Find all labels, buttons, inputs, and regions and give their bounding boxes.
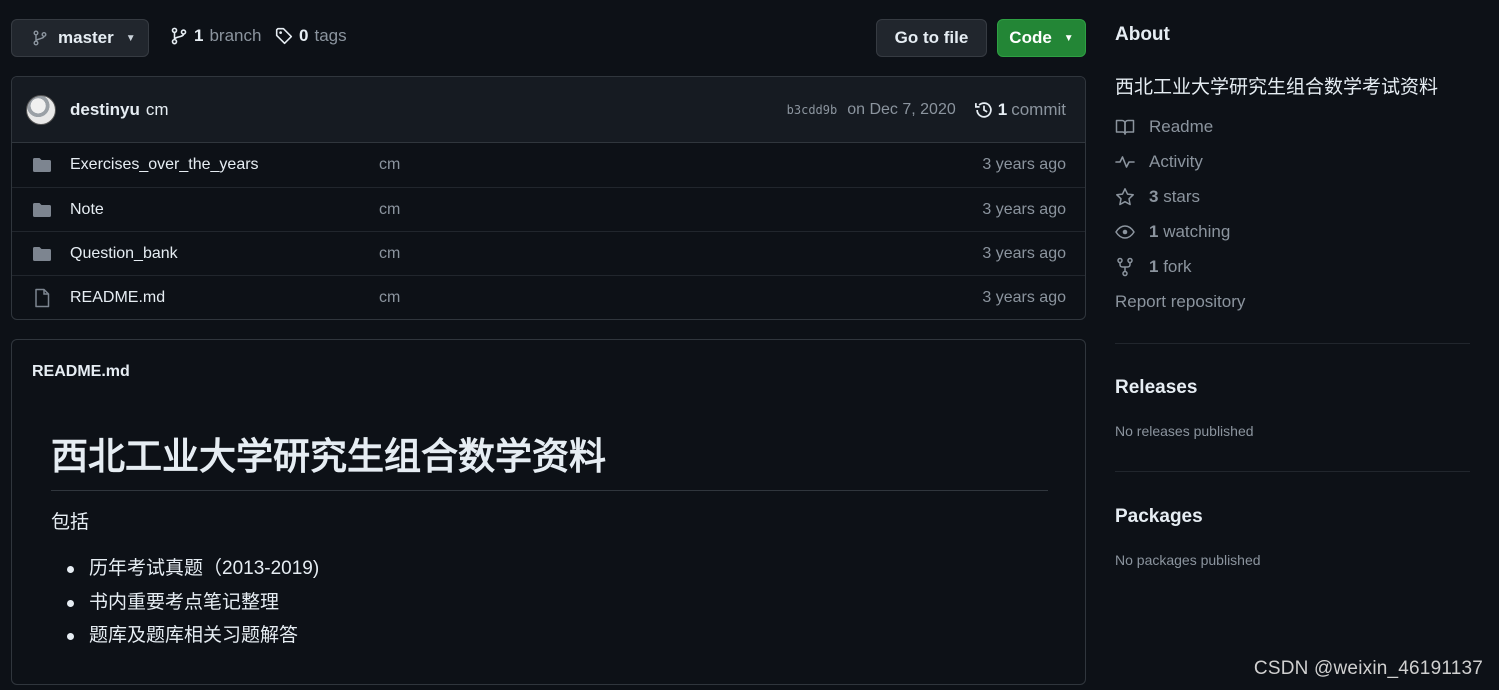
history-icon <box>974 100 994 120</box>
sidebar-divider <box>1115 343 1470 344</box>
commit-date: on Dec 7, 2020 <box>847 101 956 118</box>
file-commit-message[interactable]: cm <box>379 156 400 174</box>
file-row[interactable]: README.md cm 3 years ago <box>12 275 1085 319</box>
readme-link-label: Readme <box>1149 117 1214 136</box>
list-item: 历年考试真题（2013-2019) <box>51 552 319 586</box>
chevron-down-icon: ▼ <box>1063 32 1074 44</box>
git-branch-icon <box>170 27 188 45</box>
code-button-label: Code <box>1009 28 1052 47</box>
fork-count: 1 <box>1149 257 1159 276</box>
commit-count: 1 <box>997 100 1008 119</box>
list-item: 题库及题库相关习题解答 <box>51 619 319 653</box>
file-commit-message[interactable]: cm <box>379 245 400 263</box>
file-age: 3 years ago <box>982 288 1066 306</box>
watching-link[interactable]: 1 watching <box>1115 222 1230 242</box>
tag-icon <box>275 27 293 45</box>
commit-history-link[interactable]: 1 commit <box>974 100 1066 120</box>
fork-label: fork <box>1163 257 1192 276</box>
releases-heading[interactable]: Releases <box>1115 377 1197 399</box>
folder-icon <box>31 154 53 176</box>
commit-sha-link[interactable]: b3cdd9b <box>787 103 838 117</box>
repository-page: master ▼ 1 branch 0 tags Go to file Code… <box>0 0 1499 690</box>
file-age: 3 years ago <box>982 156 1066 173</box>
file-list: Exercises_over_the_years cm 3 years ago … <box>12 143 1085 319</box>
repo-forked-icon <box>1115 257 1135 277</box>
branch-label: branch <box>209 26 262 45</box>
activity-link[interactable]: Activity <box>1115 152 1203 172</box>
file-row[interactable]: Exercises_over_the_years cm 3 years ago <box>12 143 1085 187</box>
report-repository-link[interactable]: Report repository <box>1115 292 1245 312</box>
tag-label: tags <box>314 26 347 45</box>
file-age: 3 years ago <box>982 244 1066 262</box>
folder-icon <box>31 243 53 265</box>
stars-count: 3 <box>1149 187 1159 206</box>
file-name-link[interactable]: Exercises_over_the_years <box>70 156 259 174</box>
readme-heading: 西北工业大学研究生组合数学资料 <box>51 426 1048 491</box>
sidebar-divider <box>1115 471 1470 472</box>
star-icon <box>1115 187 1135 207</box>
branch-selector-button[interactable]: master ▼ <box>11 19 149 57</box>
file-row[interactable]: Question_bank cm 3 years ago <box>12 231 1085 275</box>
commit-message-link[interactable]: cm <box>146 100 169 120</box>
packages-heading[interactable]: Packages <box>1115 506 1203 528</box>
file-name-link[interactable]: README.md <box>70 289 165 307</box>
go-to-file-button[interactable]: Go to file <box>876 19 987 57</box>
readme-panel: README.md 西北工业大学研究生组合数学资料 包括 历年考试真题（2013… <box>11 339 1086 685</box>
pulse-icon <box>1115 152 1135 172</box>
packages-note: No packages published <box>1115 552 1261 568</box>
activity-link-label: Activity <box>1149 152 1203 171</box>
file-commit-message[interactable]: cm <box>379 201 400 219</box>
code-button[interactable]: Code ▼ <box>997 19 1086 57</box>
stars-link[interactable]: 3 stars <box>1115 187 1200 207</box>
file-browser: destinyu cm b3cdd9b on Dec 7, 2020 1 com… <box>11 76 1086 320</box>
commit-count-label: commit <box>1011 100 1066 119</box>
branch-count: 1 <box>194 26 204 45</box>
file-name-link[interactable]: Question_bank <box>70 245 178 263</box>
list-item: 书内重要考点笔记整理 <box>51 586 319 620</box>
branch-name: master <box>58 28 114 47</box>
git-branch-icon <box>32 30 48 46</box>
readme-intro: 包括 <box>51 512 90 533</box>
stars-label: stars <box>1163 187 1201 206</box>
commit-meta: b3cdd9b on Dec 7, 2020 1 commit <box>787 77 1066 143</box>
avatar[interactable] <box>26 94 56 125</box>
readme-filename-link[interactable]: README.md <box>32 363 130 381</box>
eye-icon <box>1115 222 1135 242</box>
forks-link[interactable]: 1 fork <box>1115 257 1192 277</box>
commit-author-link[interactable]: destinyu <box>70 100 140 120</box>
file-name-link[interactable]: Note <box>70 201 104 219</box>
tags-link[interactable]: 0 tags <box>275 26 347 46</box>
file-commit-message[interactable]: cm <box>379 289 400 307</box>
folder-icon <box>31 199 53 221</box>
watching-count: 1 <box>1149 222 1159 241</box>
about-description: 西北工业大学研究生组合数学考试资料 <box>1115 77 1439 98</box>
watermark-text: CSDN @weixin_46191137 <box>1253 658 1483 679</box>
releases-note: No releases published <box>1115 423 1254 439</box>
file-row[interactable]: Note cm 3 years ago <box>12 187 1085 231</box>
readme-link[interactable]: Readme <box>1115 117 1213 137</box>
branches-link[interactable]: 1 branch <box>170 26 261 46</box>
chevron-down-icon: ▼ <box>125 32 136 44</box>
latest-commit-bar: destinyu cm b3cdd9b on Dec 7, 2020 1 com… <box>12 77 1085 143</box>
readme-list: 历年考试真题（2013-2019) 书内重要考点笔记整理 题库及题库相关习题解答 <box>51 552 319 653</box>
about-heading: About <box>1115 24 1170 45</box>
book-icon <box>1115 117 1135 137</box>
watching-label: watching <box>1163 222 1231 241</box>
tag-count: 0 <box>299 26 309 45</box>
file-age: 3 years ago <box>982 200 1066 218</box>
file-icon <box>31 287 53 309</box>
